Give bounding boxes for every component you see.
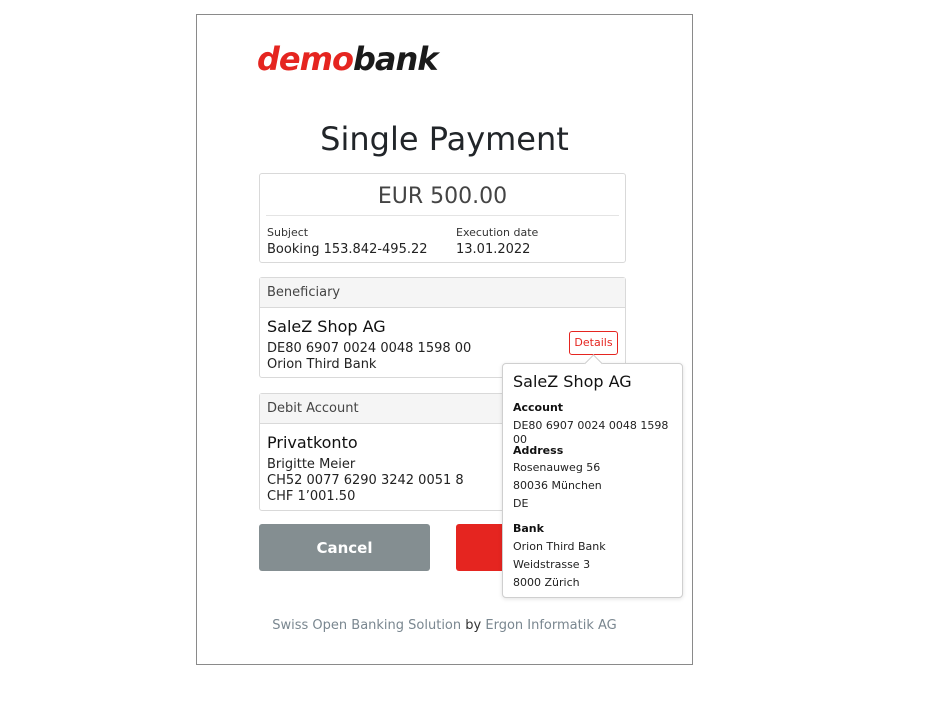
popover-address-line: Rosenauweg 56	[513, 461, 601, 474]
payment-amount: EUR 500.00	[377, 184, 508, 209]
popover-bank-line: Orion Third Bank	[513, 540, 606, 553]
execution-date-field: Execution date 13.01.2022	[456, 226, 538, 259]
page-title: Single Payment	[320, 120, 569, 158]
popover-address-line: DE	[513, 497, 529, 510]
popover-address-line: 80036 München	[513, 479, 602, 492]
subject-label: Subject	[267, 226, 309, 239]
debit-account-name: Privatkonto	[267, 433, 358, 452]
popover-account-label: Account	[513, 401, 564, 414]
footer: Swiss Open Banking Solution by Ergon Inf…	[197, 617, 692, 635]
execution-date-label: Execution date	[456, 226, 539, 239]
popover-bank-line: 8000 Zürich	[513, 576, 580, 589]
popover-bank-line: Weidstrasse 3	[513, 558, 591, 571]
debit-account-holder: Brigitte Meier	[267, 457, 356, 472]
popover-bank-label: Bank	[513, 522, 544, 535]
footer-by: by	[465, 618, 482, 633]
logo-demo-text: demo	[257, 40, 354, 78]
beneficiary-details-popover: SaleZ Shop AG Account DE80 6907 0024 004…	[502, 354, 683, 598]
subject-field: Subject Booking 153.842-495.22	[267, 226, 428, 259]
footer-solution-link[interactable]: Swiss Open Banking Solution	[272, 618, 461, 633]
beneficiary-bank: Orion Third Bank	[267, 357, 377, 372]
footer-company-link[interactable]: Ergon Informatik AG	[485, 618, 616, 633]
details-button[interactable]: Details	[569, 331, 618, 355]
subject-value: Booking 153.842-495.22	[267, 242, 428, 257]
payment-summary-card: EUR 500.00 Subject Booking 153.842-495.2…	[259, 173, 626, 263]
popover-account-value: DE80 6907 0024 0048 1598 00	[513, 419, 669, 446]
beneficiary-iban: DE80 6907 0024 0048 1598 00	[267, 341, 472, 356]
popover-title: SaleZ Shop AG	[513, 372, 632, 391]
execution-date-value: 13.01.2022	[456, 242, 531, 257]
beneficiary-name: SaleZ Shop AG	[267, 317, 386, 336]
logo-bank-text: bank	[352, 40, 439, 78]
debit-account-iban: CH52 0077 6290 3242 0051 8	[267, 473, 464, 488]
debit-account-balance: CHF 1’001.50	[267, 489, 356, 504]
beneficiary-header: Beneficiary	[260, 278, 625, 308]
cancel-button[interactable]: Cancel	[259, 524, 430, 571]
demobank-logo: demobank	[257, 39, 438, 79]
popover-address-label: Address	[513, 444, 564, 457]
amount-divider	[266, 215, 619, 216]
